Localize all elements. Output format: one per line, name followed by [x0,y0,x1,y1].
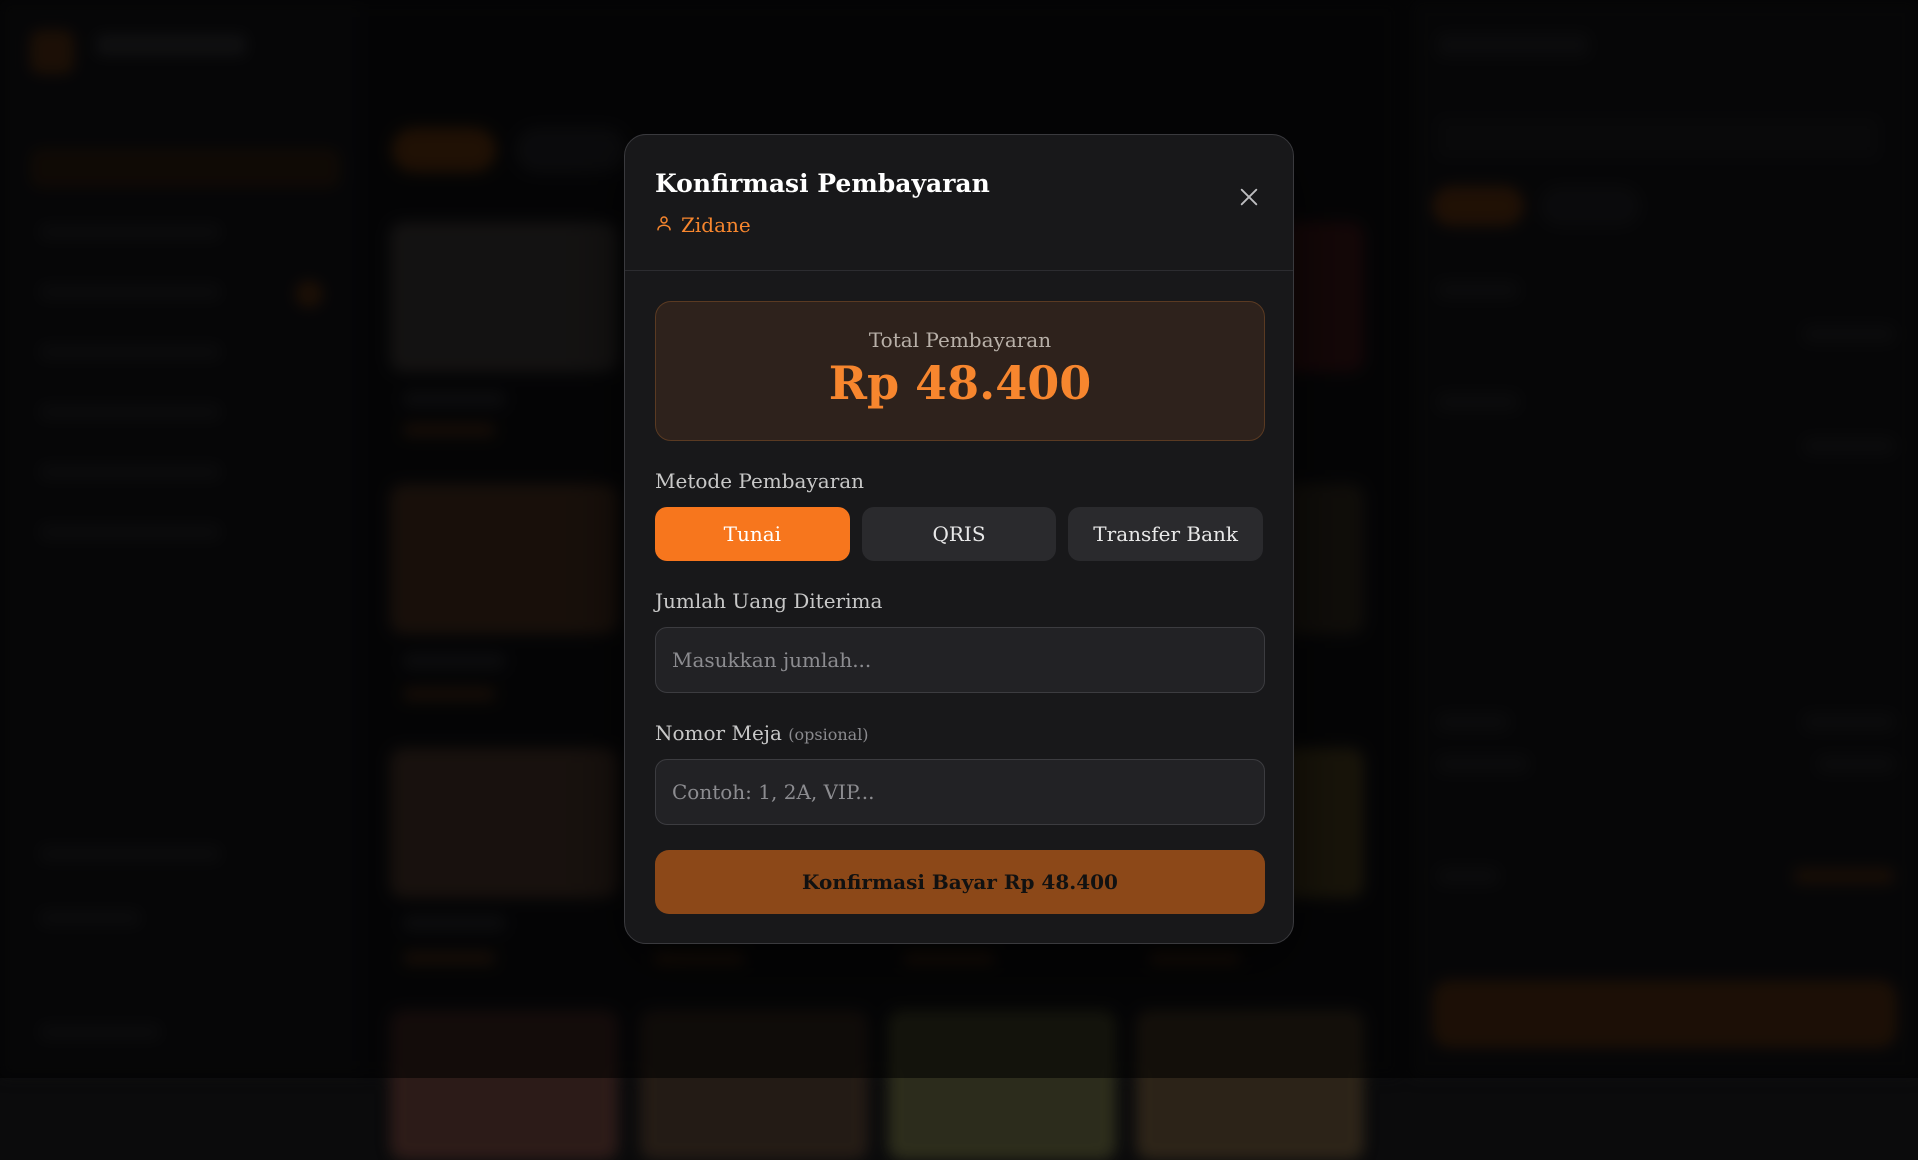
total-payment-amount: Rp 48.400 [828,356,1092,410]
table-number-label-row: Nomor Meja (opsional) [655,721,1263,745]
modal-body: Total Pembayaran Rp 48.400 Metode Pembay… [625,271,1293,944]
close-button[interactable] [1235,185,1263,213]
modal-header: Konfirmasi Pembayaran Zidane [625,135,1293,271]
table-number-input[interactable] [655,759,1265,825]
payment-method-bank-transfer-button[interactable]: Transfer Bank [1068,507,1264,561]
payment-method-qris-button[interactable]: QRIS [861,507,1057,561]
modal-title: Konfirmasi Pembayaran [655,169,990,198]
payment-method-cash-button[interactable]: Tunai [655,507,850,561]
customer-name: Zidane [681,213,751,237]
user-icon [655,214,673,236]
total-payment-box: Total Pembayaran Rp 48.400 [655,301,1265,441]
customer-info: Zidane [655,213,751,237]
amount-received-input[interactable] [655,627,1265,693]
close-icon [1238,186,1260,212]
table-number-label: Nomor Meja [655,721,782,745]
amount-received-label: Jumlah Uang Diterima [655,589,883,613]
payment-modal: Konfirmasi Pembayaran Zidane Total Pemba… [624,134,1294,944]
table-number-optional-hint: (opsional) [788,725,869,744]
total-payment-label: Total Pembayaran [868,328,1052,352]
confirm-payment-button[interactable]: Konfirmasi Bayar Rp 48.400 [655,850,1265,914]
payment-method-label: Metode Pembayaran [655,469,865,493]
payment-method-group: Tunai QRIS Transfer Bank [655,507,1264,561]
